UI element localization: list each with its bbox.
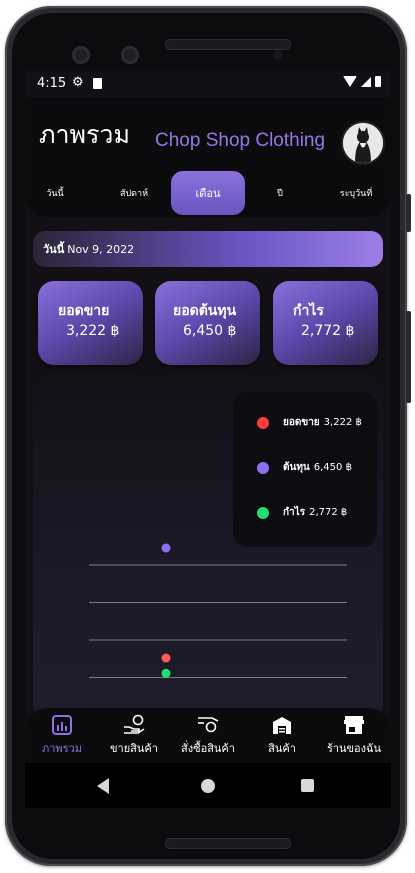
legend-value: 6,450 ฿ xyxy=(313,462,352,473)
back-icon[interactable] xyxy=(97,778,109,794)
battery-icon xyxy=(375,76,381,87)
legend-value: 3,222 ฿ xyxy=(323,417,362,428)
legend-item-cost: ต้นทุน 6,450 ฿ xyxy=(257,460,352,475)
earpiece-speaker xyxy=(165,39,291,50)
profit-card[interactable]: กำไร 2,772 ฿ xyxy=(273,281,378,365)
legend-dot-green xyxy=(257,506,269,519)
nav-label: สั่งซื้อสินค้า xyxy=(181,742,235,755)
legend-item-sales: ยอดขาย 3,222 ฿ xyxy=(257,415,362,430)
tab-today[interactable]: วันนี้ xyxy=(29,171,81,215)
nav-label: สินค้า xyxy=(268,742,296,755)
card-title: กำไร xyxy=(293,303,324,319)
shop-name: Chop Shop Clothing xyxy=(155,130,326,151)
store-icon xyxy=(344,716,364,734)
nav-my-store[interactable]: ร้านของฉัน xyxy=(319,714,389,757)
app-header: ภาพรวม Chop Shop Clothing วันนี้ สัปดาห์… xyxy=(25,97,391,217)
date-value: Nov 9, 2022 xyxy=(67,242,135,256)
chart-panel: ยอดขาย 3,222 ฿ ต้นทุน 6,450 ฿ กำไร 2,772… xyxy=(33,380,383,720)
date-label: วันนี้ xyxy=(43,243,65,256)
bottom-speaker xyxy=(165,838,291,849)
nav-order[interactable]: สั่งซื้อสินค้า xyxy=(173,714,243,757)
nav-label: ขายสินค้า xyxy=(110,742,158,755)
proximity-sensor xyxy=(273,50,283,60)
front-camera-icon xyxy=(72,46,90,64)
card-title: ยอดต้นทุน xyxy=(173,303,237,319)
volume-rocker[interactable] xyxy=(406,311,411,403)
tab-year[interactable]: ปี xyxy=(260,171,300,215)
power-button[interactable] xyxy=(406,194,411,232)
nav-overview[interactable]: ภาพรวม xyxy=(27,714,97,757)
chart-point[interactable] xyxy=(161,653,171,663)
tab-label: สัปดาห์ xyxy=(119,189,149,199)
date-bar[interactable]: วันนี้ Nov 9, 2022 xyxy=(33,231,383,267)
legend-label: ยอดขาย xyxy=(283,417,320,428)
status-bar: 4:15 ⚙ xyxy=(25,71,391,97)
recents-icon[interactable] xyxy=(301,779,314,792)
chart-point[interactable] xyxy=(161,543,171,553)
cell-signal-icon xyxy=(361,76,371,87)
sales-card[interactable]: ยอดขาย 3,222 ฿ xyxy=(38,281,143,365)
dashboard-chart-icon xyxy=(52,715,72,735)
legend-label: กำไร xyxy=(283,507,306,518)
system-navigation-bar xyxy=(25,763,391,808)
app-screen: 4:15 ⚙ ภาพรวม Chop Shop Clothing วันนี้ … xyxy=(25,71,391,808)
settings-gear-icon: ⚙ xyxy=(72,75,84,90)
card-value: 6,450 ฿ xyxy=(183,323,237,339)
warehouse-icon xyxy=(273,717,291,734)
tab-label: เดือน xyxy=(195,187,221,200)
cat-avatar-icon xyxy=(343,123,383,163)
front-sensor-icon xyxy=(121,46,139,64)
hand-coin-icon xyxy=(124,714,145,734)
nav-label: ภาพรวม xyxy=(41,742,82,755)
tab-label: ปี xyxy=(277,189,283,199)
chart-point[interactable] xyxy=(161,668,171,678)
period-tabs: วันนี้ สัปดาห์ เดือน ปี ระบุวันที่ xyxy=(25,171,391,217)
home-icon[interactable] xyxy=(201,779,215,793)
nav-products[interactable]: สินค้า xyxy=(247,714,317,757)
nav-label: ร้านของฉัน xyxy=(326,742,382,755)
nav-sell[interactable]: ขายสินค้า xyxy=(99,714,169,757)
legend-value: 2,772 ฿ xyxy=(309,507,348,518)
legend-label: ต้นทุน xyxy=(283,462,310,473)
card-title: ยอดขาย xyxy=(58,303,110,319)
tab-label: วันนี้ xyxy=(46,189,64,199)
bottom-navigation: ภาพรวม ขายสินค้า สั่งซื้อสินค้า สินค้า ร… xyxy=(25,708,391,763)
tab-custom-date[interactable]: ระบุวันที่ xyxy=(325,171,387,215)
status-icons xyxy=(343,76,381,87)
legend-item-profit: กำไร 2,772 ฿ xyxy=(257,505,347,520)
status-time: 4:15 xyxy=(37,76,67,91)
page-title: ภาพรวม xyxy=(39,120,130,149)
tab-month[interactable]: เดือน xyxy=(171,171,245,215)
card-value: 2,772 ฿ xyxy=(301,323,355,339)
cost-card[interactable]: ยอดต้นทุน 6,450 ฿ xyxy=(155,281,260,365)
chart-legend: ยอดขาย 3,222 ฿ ต้นทุน 6,450 ฿ กำไร 2,772… xyxy=(233,392,377,547)
legend-dot-purple xyxy=(257,461,269,474)
sim-card-icon xyxy=(93,78,102,89)
card-value: 3,222 ฿ xyxy=(66,323,120,339)
legend-dot-red xyxy=(257,416,269,429)
hand-coin-order-icon xyxy=(198,717,219,733)
tab-week[interactable]: สัปดาห์ xyxy=(101,171,167,215)
wifi-icon xyxy=(343,76,357,87)
avatar[interactable] xyxy=(341,121,385,165)
tab-label: ระบุวันที่ xyxy=(339,189,373,199)
